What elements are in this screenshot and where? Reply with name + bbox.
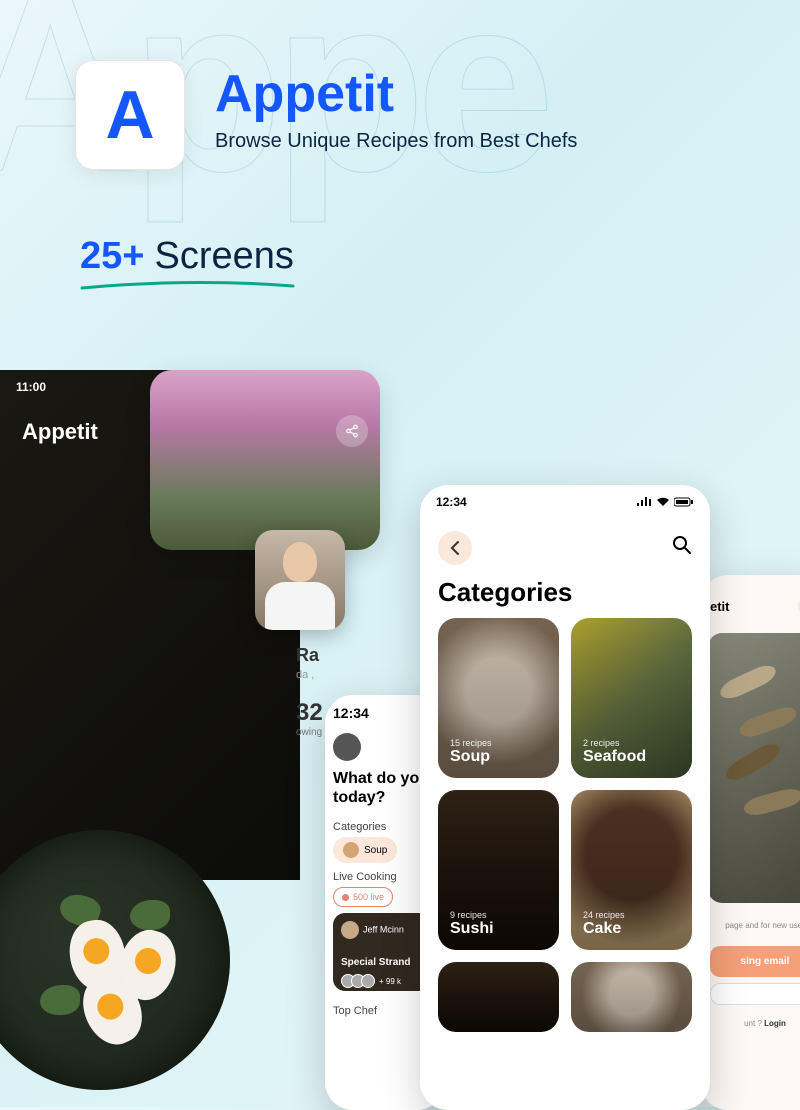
wifi-icon <box>656 497 670 507</box>
screens-badge: 25+Screens <box>80 235 295 290</box>
chef-head-shape <box>283 542 317 582</box>
app-title: Appetit <box>215 68 577 120</box>
category-count: 24 recipes <box>583 910 680 920</box>
live-count-chip[interactable]: 500 live <box>333 887 393 907</box>
login-apple-button[interactable] <box>710 983 800 1005</box>
category-chip-soup[interactable]: Soup <box>333 837 397 863</box>
category-card-sushi[interactable]: 9 recipes Sushi <box>438 790 559 950</box>
battery-icon <box>674 497 694 507</box>
login-hero-image <box>708 633 800 903</box>
category-count: 9 recipes <box>450 910 547 920</box>
underline-swoosh <box>80 280 295 290</box>
chef-location: da , <box>296 669 323 681</box>
category-name: Cake <box>583 920 680 938</box>
app-subtitle: Browse Unique Recipes from Best Chefs <box>215 130 577 153</box>
header-block: A Appetit Browse Unique Recipes from Bes… <box>75 60 577 170</box>
category-card-cake[interactable]: 24 recipes Cake <box>571 790 692 950</box>
category-card-seafood[interactable]: 2 recipes Seafood <box>571 618 692 778</box>
search-button[interactable] <box>672 535 692 561</box>
share-button[interactable] <box>336 415 368 447</box>
login-email-button[interactable]: sing email <box>710 946 800 977</box>
category-card-soup[interactable]: 15 recipes Soup <box>438 618 559 778</box>
status-bar: 12:34 <box>420 485 710 519</box>
back-button[interactable] <box>438 531 472 565</box>
login-link[interactable]: Login <box>764 1019 786 1028</box>
login-header: etit ? <box>700 575 800 625</box>
categories-header <box>420 519 710 577</box>
login-footer-text: unt ? <box>744 1019 762 1028</box>
live-chef-avatar <box>341 921 359 939</box>
soup-icon <box>343 842 359 858</box>
chef-stats-partial: Ra da , 32 owing <box>296 645 323 738</box>
live-count-text: 500 live <box>353 892 384 902</box>
screens-count: 25+ <box>80 235 144 277</box>
mockups-area: Ra da , 32 owing 11:00 LTE 100% Appetit … <box>0 370 800 1110</box>
live-chef-name: Jeff Mcinn <box>363 925 404 935</box>
phone-categories-screen: 12:34 Categories 15 recipes Soup 2 recip… <box>420 485 710 1110</box>
login-brand-text: etit <box>710 599 730 614</box>
search-icon <box>672 535 692 555</box>
category-name: Seafood <box>583 748 680 766</box>
category-count: 2 recipes <box>583 738 680 748</box>
category-card-partial[interactable] <box>571 962 692 1032</box>
status-icons <box>636 497 694 507</box>
chevron-left-icon <box>450 541 460 555</box>
chip-label: Soup <box>364 845 387 856</box>
login-description: page and for new user <box>700 911 800 940</box>
live-dot-icon <box>342 894 349 901</box>
category-card-partial[interactable] <box>438 962 559 1032</box>
landscape-card <box>150 370 380 550</box>
signal-icon <box>636 497 652 507</box>
status-time: 12:34 <box>436 495 467 509</box>
screens-label: Screens <box>154 235 293 277</box>
status-time: 11:00 <box>16 380 46 394</box>
category-count: 15 recipes <box>450 738 547 748</box>
phone-login-screen: etit ? page and for new user sing email … <box>700 575 800 1110</box>
food-plate-image <box>0 830 230 1090</box>
categories-grid: 15 recipes Soup 2 recipes Seafood 9 reci… <box>420 618 710 1032</box>
category-name: Sushi <box>450 920 547 938</box>
chef-body-shape <box>265 582 335 630</box>
title-block: Appetit Browse Unique Recipes from Best … <box>215 60 577 153</box>
chef-following-count: 32 <box>296 699 323 727</box>
chef-avatar[interactable] <box>255 530 345 630</box>
chef-following-label: owing <box>296 727 323 738</box>
user-avatar[interactable] <box>333 733 361 761</box>
live-card-title: Special Strand <box>341 957 429 968</box>
app-logo-box: A <box>75 60 185 170</box>
chef-name: Ra <box>296 645 323 666</box>
login-footer: unt ? Login <box>700 1011 800 1028</box>
viewers-avatars: + 99 k <box>341 974 429 988</box>
viewer-count: + 99 k <box>379 977 401 986</box>
category-name: Soup <box>450 748 547 766</box>
logo-letter: A <box>105 76 154 154</box>
categories-title: Categories <box>420 577 710 618</box>
